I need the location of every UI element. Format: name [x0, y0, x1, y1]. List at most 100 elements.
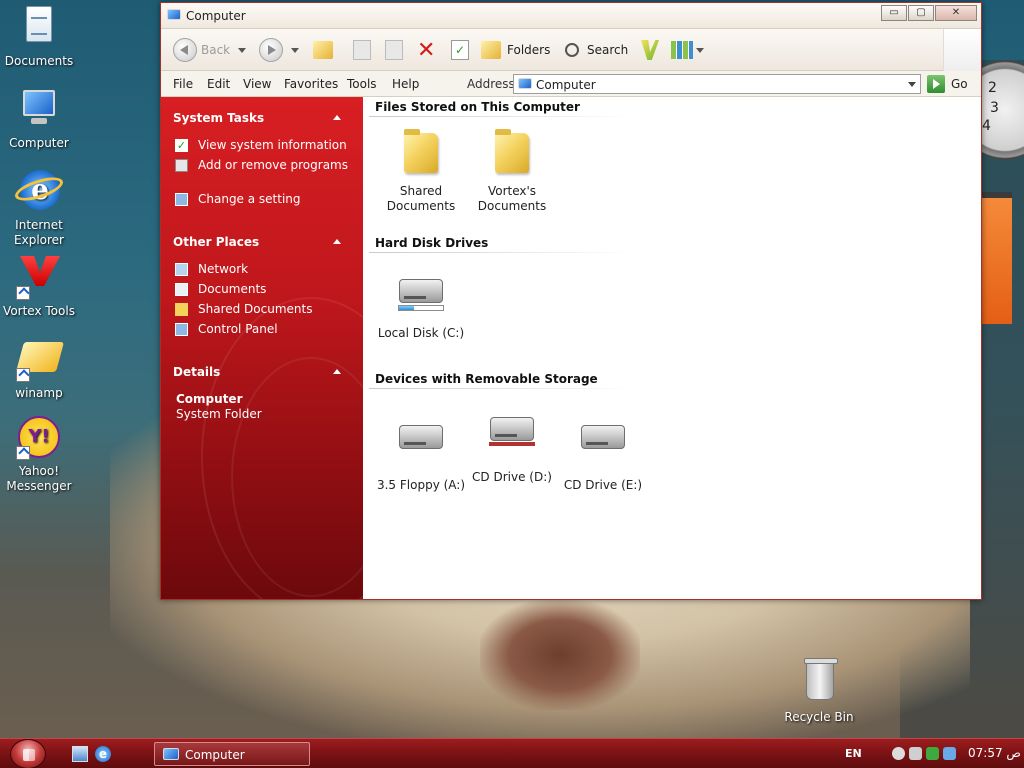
close-button[interactable]: ✕: [935, 5, 977, 21]
folders-button[interactable]: Folders: [481, 38, 550, 62]
sync-icon: [641, 40, 659, 60]
search-icon: [565, 43, 579, 57]
item-label: Local Disk (C:): [377, 326, 465, 340]
place-network[interactable]: Network: [175, 262, 355, 277]
menu-file[interactable]: File: [173, 77, 193, 91]
other-places-header[interactable]: Other Places: [173, 235, 259, 249]
desktop-icon-label: Recycle Bin: [784, 710, 854, 724]
desktop-icon-computer[interactable]: Computer: [0, 86, 78, 151]
menu-help[interactable]: Help: [392, 77, 419, 91]
taskbar-button-label: Computer: [185, 748, 245, 762]
back-button[interactable]: Back: [173, 38, 247, 62]
desktop-icon-internet-explorer[interactable]: e Internet Explorer: [0, 168, 78, 248]
system-tasks-header[interactable]: System Tasks: [173, 111, 264, 125]
search-button[interactable]: Search: [565, 38, 628, 62]
views-button[interactable]: [671, 38, 704, 62]
folder-vortex-documents[interactable]: Vortex's Documents: [466, 129, 558, 214]
search-label: Search: [587, 43, 629, 57]
drive-local-disk-c[interactable]: Local Disk (C:): [375, 269, 467, 341]
network-icon: [175, 263, 188, 276]
recycle-bin-icon: [804, 658, 838, 700]
go-arrow-icon: [927, 75, 945, 93]
maximize-button[interactable]: ▢: [908, 5, 934, 21]
task-add-remove-programs[interactable]: Add or remove programs: [175, 158, 355, 173]
show-desktop-icon[interactable]: [72, 746, 88, 762]
shortcut-arrow-icon: [16, 286, 30, 300]
up-folder-icon: [313, 41, 333, 59]
taskbar-button-computer[interactable]: Computer: [154, 742, 310, 766]
taskbar-clock[interactable]: 07:57 ص: [968, 746, 1021, 760]
start-button[interactable]: [10, 739, 46, 768]
folders-label: Folders: [507, 43, 551, 57]
address-dropdown-button[interactable]: [904, 75, 920, 93]
copy-to-button[interactable]: [385, 38, 403, 62]
menu-view[interactable]: View: [243, 77, 271, 91]
menu-edit[interactable]: Edit: [207, 77, 230, 91]
desktop-icon-vortex-tools[interactable]: Vortex Tools: [0, 254, 78, 319]
volume-icon[interactable]: [909, 747, 922, 760]
security-shield-icon[interactable]: [926, 747, 939, 760]
notes-gadget[interactable]: [982, 192, 1012, 324]
tray-status-icon[interactable]: [892, 747, 905, 760]
address-value: Computer: [536, 78, 596, 92]
item-label: Shared Documents: [386, 184, 456, 213]
address-label: Address: [467, 77, 515, 91]
drive-floppy-a[interactable]: 3.5 Floppy (A:): [375, 405, 467, 493]
computer-icon-base: [31, 118, 47, 124]
group-divider: [369, 116, 635, 117]
windows-logo-icon: [943, 29, 981, 71]
disk-usage-fill: [399, 306, 415, 310]
clock-gadget-number: 4: [982, 118, 991, 134]
language-indicator[interactable]: EN: [845, 747, 862, 760]
go-button[interactable]: Go: [927, 74, 968, 94]
move-to-button[interactable]: [353, 38, 371, 62]
up-folder-button[interactable]: [313, 38, 333, 62]
desktop-icon-recycle-bin[interactable]: Recycle Bin: [780, 658, 858, 725]
desktop-icon-winamp[interactable]: winamp: [0, 336, 78, 401]
forward-arrow-icon: [259, 38, 283, 62]
checkmark-icon: ✓: [451, 40, 469, 60]
folder-icon: [175, 303, 188, 316]
explorer-window[interactable]: Computer ▭ ▢ ✕ Back ✕ ✓ Folders Search F…: [160, 2, 982, 600]
folder-shared-documents[interactable]: Shared Documents: [375, 129, 467, 214]
place-label: Documents: [198, 282, 267, 296]
views-icon: [671, 41, 693, 59]
content-area: System Tasks ✓ View system information A…: [161, 97, 981, 599]
drive-cd-d[interactable]: CD Drive (D:): [466, 405, 558, 485]
clock-gadget-number: 3: [990, 100, 999, 116]
collapse-chevron-icon[interactable]: [333, 369, 341, 374]
desktop-icon-documents[interactable]: Documents: [0, 4, 78, 69]
address-bar[interactable]: Computer: [513, 74, 921, 94]
desktop-icon-yahoo-messenger[interactable]: Y! Yahoo! Messenger: [0, 414, 78, 494]
desktop-icon-label: Internet Explorer: [14, 218, 64, 247]
collapse-chevron-icon[interactable]: [333, 239, 341, 244]
group-divider: [369, 388, 635, 389]
copy-to-icon: [385, 40, 403, 60]
minimize-button[interactable]: ▭: [881, 5, 907, 21]
sync-button[interactable]: [641, 38, 659, 62]
title-bar[interactable]: Computer ▭ ▢ ✕: [161, 3, 981, 29]
task-change-setting[interactable]: Change a setting: [175, 192, 355, 207]
task-pane: System Tasks ✓ View system information A…: [161, 97, 363, 599]
menu-tools[interactable]: Tools: [347, 77, 377, 91]
documents-icon: [175, 283, 188, 296]
properties-button[interactable]: ✓: [451, 38, 469, 62]
drive-icon: [399, 425, 443, 449]
place-shared-documents[interactable]: Shared Documents: [175, 302, 355, 317]
delete-button[interactable]: ✕: [417, 38, 435, 63]
task-view-system-information[interactable]: ✓ View system information: [175, 138, 355, 153]
internet-explorer-icon[interactable]: e: [95, 746, 111, 762]
place-documents[interactable]: Documents: [175, 282, 355, 297]
menu-bar: File Edit View Favorites Tools Help Addr…: [161, 71, 981, 97]
details-header[interactable]: Details: [173, 365, 220, 379]
place-control-panel[interactable]: Control Panel: [175, 322, 355, 337]
task-label: Change a setting: [198, 192, 301, 206]
network-tray-icon[interactable]: [943, 747, 956, 760]
group-header-files-stored: Files Stored on This Computer: [375, 100, 580, 114]
menu-favorites[interactable]: Favorites: [284, 77, 338, 91]
collapse-chevron-icon[interactable]: [333, 115, 341, 120]
drive-cd-e[interactable]: CD Drive (E:): [557, 405, 649, 493]
control-panel-icon: [175, 323, 188, 336]
forward-button[interactable]: [259, 38, 299, 62]
computer-icon: [167, 9, 181, 20]
